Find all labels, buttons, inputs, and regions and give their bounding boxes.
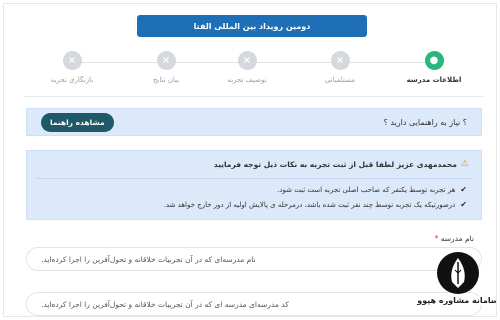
help-panel: مشاهده راهنما ؟ نیاز به راهنمایی دارید ؟ bbox=[26, 108, 482, 136]
step-experience-description[interactable]: × توصیف تجربه bbox=[207, 51, 287, 84]
logo-icon bbox=[437, 252, 479, 294]
site-logo: سامانه مشاوره هپوو bbox=[416, 252, 497, 316]
page-frame: دومین رویداد بین المللی الفتا ● اطلاعات … bbox=[3, 3, 497, 317]
school-name-label-text: نام مدرسه bbox=[440, 234, 474, 243]
step-label: مستلفیاتی bbox=[325, 76, 355, 84]
step-label: بازنگاری تجربه bbox=[50, 76, 94, 84]
tip-text: درصورتیکه یک تجربه توسط چند نفر ثبت شده … bbox=[163, 200, 456, 209]
check-icon: ● bbox=[424, 51, 444, 70]
tip-item: ✔ هر تجربه توسط یکنفر که صاحب اصلی تجربه… bbox=[277, 185, 467, 194]
close-icon: × bbox=[156, 51, 176, 70]
check-icon: ✔ bbox=[460, 185, 467, 194]
step-label: توصیف تجربه bbox=[227, 76, 267, 84]
close-icon: × bbox=[62, 51, 82, 70]
help-question: ؟ نیاز به راهنمایی دارید ؟ bbox=[383, 117, 467, 127]
check-icon: ✔ bbox=[460, 200, 467, 209]
step-label: اطلاعات مدرسه bbox=[406, 76, 462, 84]
close-icon: × bbox=[237, 51, 257, 70]
warning-icon: ⚠ bbox=[460, 159, 469, 169]
tips-header: ⚠ محمدمهدی عزیز لطفا قبل از ثبت تجربه به… bbox=[214, 159, 469, 169]
tip-text: هر تجربه توسط یکنفر که صاحب اصلی تجربه ا… bbox=[277, 185, 456, 194]
step-requirements[interactable]: × مستلفیاتی bbox=[300, 51, 380, 84]
step-label: بیان نتایج bbox=[152, 76, 180, 84]
tips-title: محمدمهدی عزیز لطفا قبل از ثبت تجربه به ن… bbox=[213, 159, 457, 169]
step-results[interactable]: × بیان نتایج bbox=[126, 51, 206, 84]
step-school-info[interactable]: ● اطلاعات مدرسه bbox=[394, 51, 474, 84]
section-divider bbox=[24, 96, 484, 97]
school-name-input[interactable]: نام مدرسه‌ای که در آن تجربیات خلاقانه و … bbox=[26, 247, 482, 271]
tips-divider bbox=[35, 178, 473, 179]
required-mark: * bbox=[434, 234, 439, 243]
view-guide-button[interactable]: مشاهده راهنما bbox=[41, 112, 114, 132]
logo-caption: سامانه مشاوره هپوو bbox=[417, 296, 497, 305]
tip-item: ✔ درصورتیکه یک تجربه توسط چند نفر ثبت شد… bbox=[164, 200, 467, 209]
close-icon: × bbox=[330, 51, 350, 70]
event-banner: دومین رویداد بین المللی الفتا bbox=[137, 15, 367, 37]
tips-panel: ⚠ محمدمهدی عزیز لطفا قبل از ثبت تجربه به… bbox=[26, 150, 482, 220]
school-code-input[interactable]: کد مدرسه‌ای مدرسه ای که در آن تجربیات خل… bbox=[26, 292, 482, 316]
step-review[interactable]: × بازنگاری تجربه bbox=[32, 51, 112, 84]
school-name-label: نام مدرسه * bbox=[435, 234, 474, 243]
